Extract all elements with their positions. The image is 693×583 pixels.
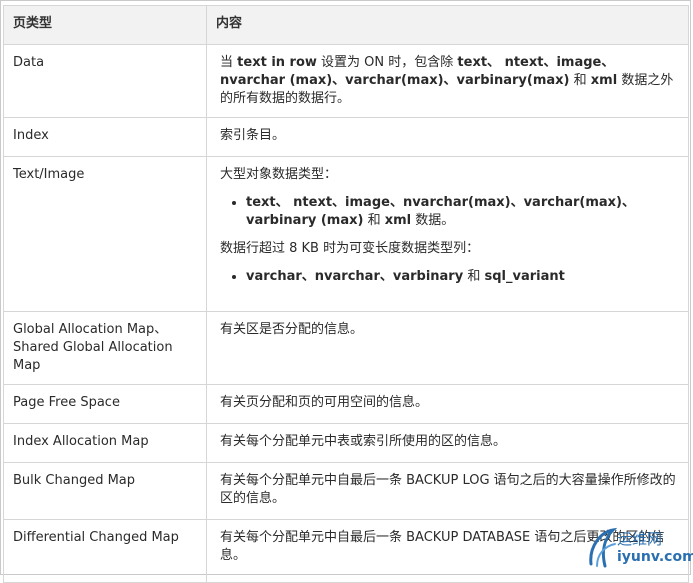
row-type: Differential Changed Map [3, 519, 207, 583]
row-type: Index [3, 117, 207, 157]
table-row: Bulk Changed Map 有关每个分配单元中自最后一条 BACKUP L… [3, 462, 689, 520]
row-content: 大型对象数据类型： text、 ntext、image、nvarchar(max… [206, 156, 689, 312]
text-fragment: 和 [573, 73, 587, 88]
row-content: 当 text in row 设置为 ON 时，包含除 text、 ntext、i… [206, 44, 689, 118]
text-fragment: 和 [467, 269, 481, 284]
keyword: text in row [237, 55, 317, 70]
row-content: 有关每个分配单元中自最后一条 BACKUP LOG 语句之后的大容量操作所修改的… [206, 462, 689, 520]
header-page-type: 页类型 [3, 5, 207, 45]
intro-text: 大型对象数据类型： [220, 167, 338, 182]
table-header-row: 页类型 内容 [3, 5, 689, 45]
row-content: 有关每个分配单元中表或索引所使用的区的信息。 [206, 423, 689, 463]
keyword: varchar、nvarchar、varbinary [246, 269, 464, 284]
row-content: 有关页分配和页的可用空间的信息。 [206, 384, 689, 424]
text-fragment: Shared Global Allocation Map [13, 340, 173, 373]
row-type: Bulk Changed Map [3, 462, 207, 520]
text-fragment: 和 [367, 213, 381, 228]
mid-text: 数据行超过 8 KB 时为可变长度数据类型列： [220, 241, 480, 256]
row-type: Page Free Space [3, 384, 207, 424]
keyword: xml [384, 213, 412, 228]
table-row: Index 索引条目。 [3, 117, 689, 157]
row-content: 索引条目。 [206, 117, 689, 157]
watermark-logo: 运维网 iyunv.com [587, 524, 693, 572]
table-row: Page Free Space 有关页分配和页的可用空间的信息。 [3, 384, 689, 424]
list-item: text、 ntext、image、nvarchar(max)、varchar(… [246, 194, 679, 230]
keyword: sql_variant [484, 269, 565, 284]
text-fragment: 设置为 ON 时，包含除 [321, 55, 454, 70]
table-row: Data 当 text in row 设置为 ON 时，包含除 text、 nt… [3, 44, 689, 118]
table-row: Text/Image 大型对象数据类型： text、 ntext、image、n… [3, 156, 689, 312]
row-type: Global Allocation Map、 Shared Global Allo… [3, 311, 207, 385]
bullet-list: text、 ntext、image、nvarchar(max)、varchar(… [220, 194, 679, 230]
table-row: Index Allocation Map 有关每个分配单元中表或索引所使用的区的… [3, 423, 689, 463]
table-row: Differential Changed Map 有关每个分配单元中自最后一条 … [3, 519, 689, 583]
watermark-name: 运维网 [617, 530, 663, 548]
row-type: Data [3, 44, 207, 118]
text-fragment: 数据。 [415, 213, 455, 228]
row-content: 有关区是否分配的信息。 [206, 311, 689, 385]
row-type: Text/Image [3, 156, 207, 312]
table-row: Global Allocation Map、 Shared Global Allo… [3, 311, 689, 385]
page-types-table: 页类型 内容 Data 当 text in row 设置为 ON 时，包含除 t… [3, 5, 689, 583]
text-fragment: Global Allocation Map、 [13, 322, 168, 337]
keyword: xml [590, 73, 618, 88]
bullet-list: varchar、nvarchar、varbinary 和 sql_variant [220, 268, 679, 286]
header-content: 内容 [206, 5, 689, 45]
list-item: varchar、nvarchar、varbinary 和 sql_variant [246, 268, 679, 286]
text-fragment: 当 [220, 55, 234, 70]
watermark-url: iyunv.com [617, 549, 693, 565]
row-type: Index Allocation Map [3, 423, 207, 463]
swirl-icon [589, 527, 618, 568]
